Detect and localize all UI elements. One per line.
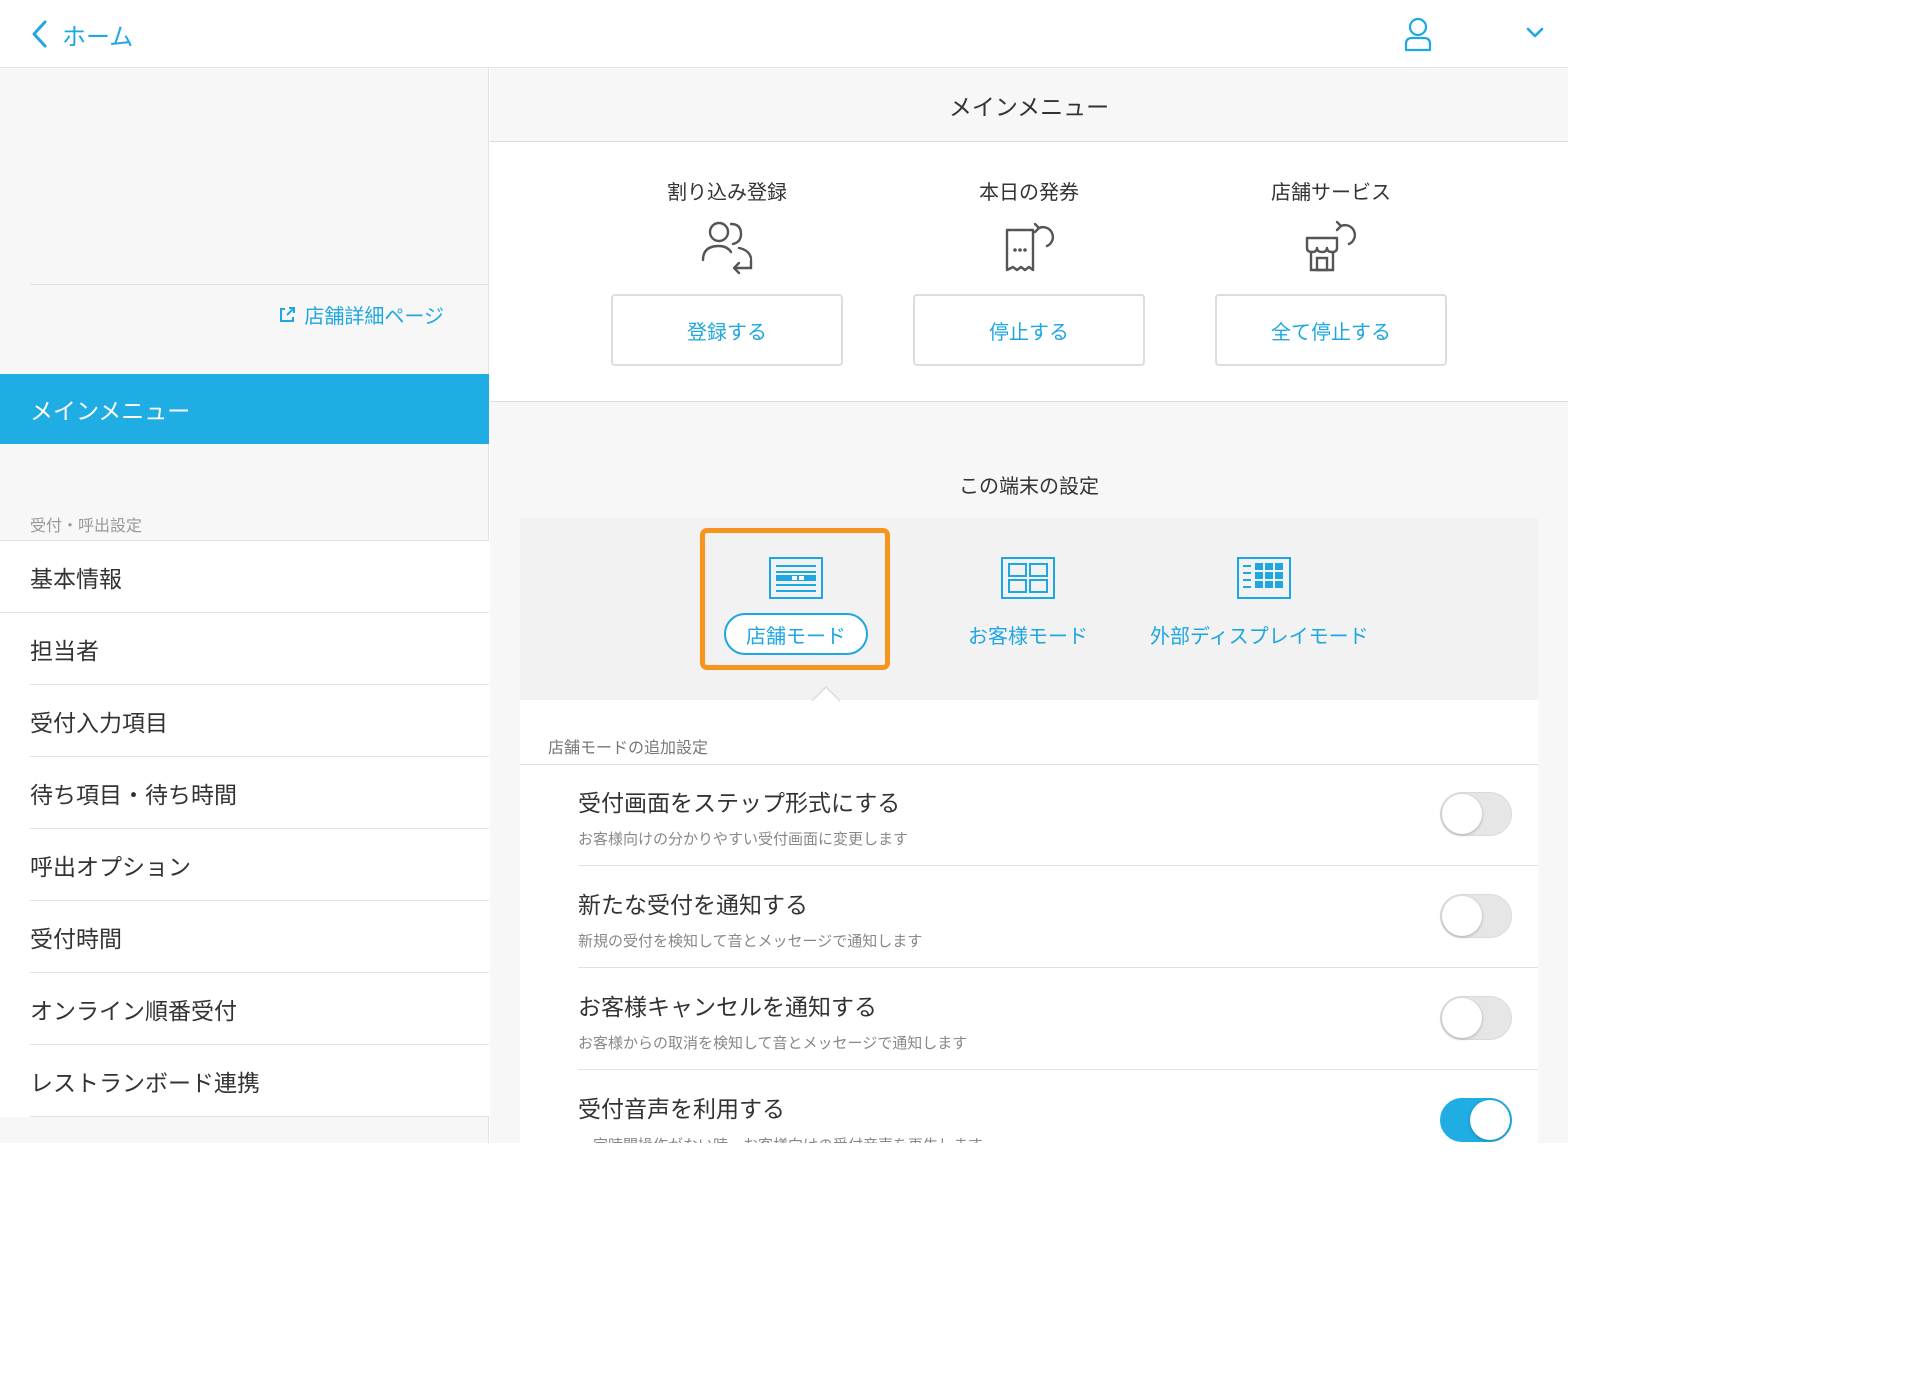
sidebar-item-wait-items[interactable]: 待ち項目・待ち時間 — [30, 757, 489, 829]
chevron-left-icon — [32, 20, 47, 48]
customer-mode-icon — [1001, 557, 1055, 599]
setting-title: 受付音声を利用する — [578, 1097, 785, 1123]
sidebar-item-online-queue[interactable]: オンライン順番受付 — [30, 973, 489, 1045]
setting-title: お客様キャンセルを通知する — [578, 995, 877, 1021]
setting-notify-new: 新たな受付を通知する 新規の受付を検知して音とメッセージで通知します — [578, 866, 1538, 968]
setting-description: お客様向けの分かりやすい受付画面に変更します — [578, 830, 909, 848]
sidebar-item-staff[interactable]: 担当者 — [30, 613, 489, 685]
sidebar-item-restaurant-board[interactable]: レストランボード連携 — [30, 1045, 489, 1117]
sidebar-item-reception-hours[interactable]: 受付時間 — [30, 901, 489, 973]
setting-description: 一定時間操作がない時、お客様向けの受付音声を再生します — [578, 1134, 983, 1143]
store-detail-label: 店舗詳細ページ — [304, 304, 444, 328]
sidebar-divider — [30, 284, 489, 285]
page-title: メインメニュー — [490, 68, 1568, 142]
toggle-knob — [1442, 998, 1482, 1038]
setting-title: 新たな受付を通知する — [578, 893, 808, 919]
action-label: 割り込み登録 — [667, 180, 787, 204]
step-format-toggle[interactable] — [1440, 792, 1512, 836]
caret-up-icon — [812, 686, 840, 702]
mode-customer[interactable]: お客様モード — [968, 518, 1088, 700]
chevron-down-icon[interactable] — [1524, 24, 1546, 42]
notify-new-toggle[interactable] — [1440, 894, 1512, 938]
action-panel: 割り込み登録 登録する 本日の発券 停止する 店舗サービス 全て停止する — [490, 142, 1568, 402]
back-label: ホーム — [62, 22, 134, 51]
stop-tickets-button[interactable]: 停止する — [913, 294, 1145, 366]
setting-voice: 受付音声を利用する 一定時間操作がない時、お客様向けの受付音声を再生します — [578, 1070, 1538, 1143]
notify-cancel-toggle[interactable] — [1440, 996, 1512, 1040]
customer-mode-label: お客様モード — [968, 624, 1088, 648]
external-display-icon — [1237, 557, 1291, 599]
sidebar: 店舗詳細ページ メインメニュー 受付・呼出設定 基本情報 担当者 受付入力項目 … — [0, 68, 489, 1143]
external-display-mode-label: 外部ディスプレイモード — [1150, 624, 1369, 648]
setting-description: 新規の受付を検知して音とメッセージで通知します — [578, 932, 923, 950]
top-bar: ホーム — [0, 0, 1568, 68]
sidebar-item-call-options[interactable]: 呼出オプション — [30, 829, 489, 901]
ticket-icon — [1005, 222, 1054, 272]
store-mode-button[interactable]: 店舗モード — [724, 613, 868, 655]
stop-all-button[interactable]: 全て停止する — [1215, 294, 1447, 366]
register-button[interactable]: 登録する — [611, 294, 843, 366]
device-settings-title: この端末の設定 — [959, 474, 1099, 498]
store-mode-icon — [769, 557, 823, 599]
users-icon — [701, 221, 753, 275]
shop-icon — [1305, 220, 1356, 272]
setting-notify-cancel: お客様キャンセルを通知する お客様からの取消を検知して音とメッセージで通知します — [578, 968, 1538, 1070]
toggle-knob — [1442, 794, 1482, 834]
additional-settings-title: 店舗モードの追加設定 — [548, 738, 709, 757]
action-label: 本日の発券 — [979, 180, 1079, 204]
mode-external-display[interactable]: 外部ディスプレイモード — [1150, 518, 1380, 700]
setting-step-format: 受付画面をステップ形式にする お客様向けの分かりやすい受付画面に変更します — [578, 764, 1538, 866]
sidebar-section-label: 受付・呼出設定 — [30, 516, 143, 535]
sidebar-item-input-fields[interactable]: 受付入力項目 — [30, 685, 489, 757]
back-button[interactable]: ホーム — [30, 14, 133, 54]
toggle-knob — [1442, 896, 1482, 936]
store-detail-link[interactable]: 店舗詳細ページ — [278, 300, 444, 329]
user-icon[interactable] — [1402, 16, 1434, 52]
external-link-icon — [280, 306, 296, 322]
additional-settings-panel: 店舗モードの追加設定 受付画面をステップ形式にする お客様向けの分かりやすい受付… — [520, 686, 1538, 1143]
voice-toggle[interactable] — [1440, 1098, 1512, 1142]
setting-title: 受付画面をステップ形式にする — [578, 791, 901, 817]
sidebar-list: 基本情報 担当者 受付入力項目 待ち項目・待ち時間 呼出オプション 受付時間 オ… — [0, 540, 489, 1117]
setting-description: お客様からの取消を検知して音とメッセージで通知します — [578, 1034, 968, 1052]
action-label: 店舗サービス — [1271, 180, 1391, 204]
mode-selector: 店舗モード お客様モード 外部ディスプレイモード — [520, 518, 1538, 700]
sidebar-item-main-menu[interactable]: メインメニュー — [0, 374, 489, 444]
sidebar-item-basic-info[interactable]: 基本情報 — [0, 541, 489, 613]
main-panel: メインメニュー 割り込み登録 登録する 本日の発券 停止する 店舗サービス 全て… — [490, 68, 1568, 1143]
toggle-knob — [1470, 1100, 1510, 1140]
